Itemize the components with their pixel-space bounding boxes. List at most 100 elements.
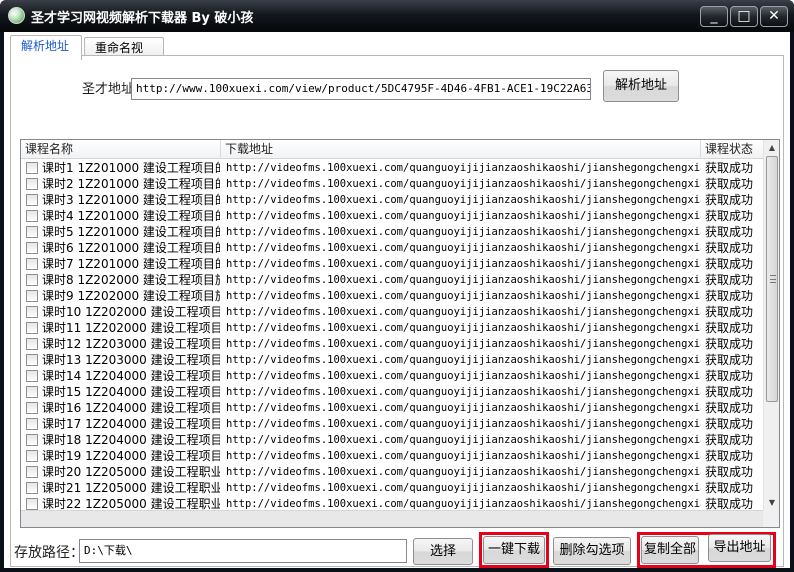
row-checkbox[interactable]: [26, 450, 38, 462]
row-checkbox[interactable]: [26, 498, 38, 510]
row-checkbox[interactable]: [26, 274, 38, 286]
horizontal-scrollbar[interactable]: [21, 510, 764, 527]
table-row[interactable]: 课时9 1Z202000 建设工程项目施工成本控制 http://videofms…: [21, 288, 764, 304]
row-status: 获取成功: [705, 433, 754, 447]
row-checkbox[interactable]: [26, 370, 38, 382]
row-download-url: http://videofms.100xuexi.com/quanguoyiji…: [226, 194, 701, 206]
table-row[interactable]: 课时2 1Z201000 建设工程项目的组织与管理 http://videofms…: [21, 176, 764, 192]
tab-parse-address[interactable]: 解析地址: [10, 35, 82, 60]
row-checkbox[interactable]: [26, 338, 38, 350]
scroll-thumb[interactable]: [766, 156, 778, 402]
row-course-name: 课时8 1Z202000 建设工程项目施工成本控制: [42, 273, 220, 287]
row-status: 获取成功: [705, 273, 754, 287]
row-download-url: http://videofms.100xuexi.com/quanguoyiji…: [226, 354, 701, 366]
row-checkbox[interactable]: [26, 306, 38, 318]
table-row[interactable]: 课时21 1Z205000 建设工程职业健康安全 http://videofms.…: [21, 480, 764, 496]
row-checkbox[interactable]: [26, 178, 38, 190]
row-download-url: http://videofms.100xuexi.com/quanguoyiji…: [226, 450, 701, 462]
row-checkbox[interactable]: [26, 466, 38, 478]
row-course-name: 课时14 1Z204000 建设工程项目质量控制: [42, 369, 220, 383]
table-row[interactable]: 课时5 1Z201000 建设工程项目的组织与管理 http://videofms…: [21, 224, 764, 240]
row-checkbox[interactable]: [26, 210, 38, 222]
save-path-input[interactable]: D:\下载\: [79, 539, 407, 563]
table-row[interactable]: 课时17 1Z204000 建设工程项目质量控制 http://videofms.…: [21, 416, 764, 432]
row-status: 获取成功: [705, 337, 754, 351]
row-checkbox[interactable]: [26, 194, 38, 206]
one-click-download-button[interactable]: 一键下载: [483, 536, 545, 564]
row-checkbox[interactable]: [26, 418, 38, 430]
row-checkbox[interactable]: [26, 386, 38, 398]
window-title: 圣才学习网视频解析下载器 By 破小孩: [31, 11, 254, 26]
row-status: 获取成功: [705, 321, 754, 335]
row-checkbox[interactable]: [26, 258, 38, 270]
table-row[interactable]: 课时14 1Z204000 建设工程项目质量控制 http://videofms.…: [21, 368, 764, 384]
source-url-label: 圣才地址: [82, 82, 135, 97]
row-course-name: 课时20 1Z205000 建设工程职业健康安全: [42, 465, 220, 479]
row-status: 获取成功: [705, 401, 754, 415]
table-row[interactable]: 课时3 1Z201000 建设工程项目的组织与管理 http://videofms…: [21, 192, 764, 208]
row-course-name: 课时10 1Z202000 建设工程项目施工成本控制: [42, 305, 220, 319]
close-button[interactable]: ✕: [760, 6, 788, 27]
table-row[interactable]: 课时11 1Z202000 建设工程项目施工成本控制 http://videofm…: [21, 320, 764, 336]
client-area: 解析地址 重命名视频 圣才地址 http://www.100xuexi.com/…: [4, 32, 790, 568]
row-course-name: 课时15 1Z204000 建设工程项目质量控制: [42, 385, 220, 399]
remove-checked-button[interactable]: 删除勾选项: [553, 537, 631, 565]
row-download-url: http://videofms.100xuexi.com/quanguoyiji…: [226, 482, 701, 494]
table-row[interactable]: 课时12 1Z203000 建设工程项目进度控制 http://videofms.…: [21, 336, 764, 352]
column-header-name[interactable]: 课程名称: [21, 140, 221, 159]
row-status: 获取成功: [705, 257, 754, 271]
row-checkbox[interactable]: [26, 482, 38, 494]
parse-button[interactable]: 解析地址: [603, 70, 679, 102]
minimize-button[interactable]: _: [700, 6, 728, 27]
table-row[interactable]: 课时4 1Z201000 建设工程项目的组织与管理 http://videofms…: [21, 208, 764, 224]
row-checkbox[interactable]: [26, 162, 38, 174]
table-row[interactable]: 课时1 1Z201000 建设工程项目的组织与管理 http://videofms…: [21, 160, 764, 176]
row-download-url: http://videofms.100xuexi.com/quanguoyiji…: [226, 386, 701, 398]
row-status: 获取成功: [705, 177, 754, 191]
row-course-name: 课时7 1Z201000 建设工程项目的组织与管理: [42, 257, 220, 271]
row-status: 获取成功: [705, 481, 754, 495]
table-row[interactable]: 课时16 1Z204000 建设工程项目质量控制 http://videofms.…: [21, 400, 764, 416]
row-checkbox[interactable]: [26, 322, 38, 334]
export-address-button[interactable]: 导出地址: [708, 534, 771, 562]
chevron-up-icon[interactable]: ▲: [764, 140, 779, 156]
vertical-scrollbar[interactable]: ▲ ▼: [763, 140, 779, 511]
title-bar[interactable]: 圣才学习网视频解析下载器 By 破小孩 _ □ ✕: [0, 0, 794, 32]
row-course-name: 课时16 1Z204000 建设工程项目质量控制: [42, 401, 220, 415]
source-url-input[interactable]: http://www.100xuexi.com/view/product/5DC…: [131, 78, 591, 100]
row-checkbox[interactable]: [26, 242, 38, 254]
tab-panel: 圣才地址 http://www.100xuexi.com/view/produc…: [10, 55, 784, 568]
row-course-name: 课时19 1Z204000 建设工程项目质量控制: [42, 449, 220, 463]
column-header-status[interactable]: 课程状态: [701, 140, 764, 159]
choose-path-button[interactable]: 选择: [413, 538, 473, 565]
row-download-url: http://videofms.100xuexi.com/quanguoyiji…: [226, 466, 701, 478]
column-header-url[interactable]: 下载地址: [221, 140, 701, 159]
row-checkbox[interactable]: [26, 402, 38, 414]
row-download-url: http://videofms.100xuexi.com/quanguoyiji…: [226, 274, 701, 286]
row-checkbox[interactable]: [26, 226, 38, 238]
table-row[interactable]: 课时13 1Z203000 建设工程项目进度控制 http://videofms.…: [21, 352, 764, 368]
row-checkbox[interactable]: [26, 434, 38, 446]
row-course-name: 课时18 1Z204000 建设工程项目质量控制: [42, 433, 220, 447]
grip-icon: [770, 275, 776, 283]
copy-all-button[interactable]: 复制全部: [641, 536, 699, 564]
row-course-name: 课时4 1Z201000 建设工程项目的组织与管理: [42, 209, 220, 223]
row-download-url: http://videofms.100xuexi.com/quanguoyiji…: [226, 370, 701, 382]
table-row[interactable]: 课时10 1Z202000 建设工程项目施工成本控制 http://videofm…: [21, 304, 764, 320]
scrollbar-corner: [763, 510, 779, 527]
row-checkbox[interactable]: [26, 290, 38, 302]
row-course-name: 课时21 1Z205000 建设工程职业健康安全: [42, 481, 220, 495]
chevron-down-icon[interactable]: ▼: [764, 495, 779, 511]
row-course-name: 课时11 1Z202000 建设工程项目施工成本控制: [42, 321, 220, 335]
table-row[interactable]: 课时18 1Z204000 建设工程项目质量控制 http://videofms.…: [21, 432, 764, 448]
table-row[interactable]: 课时6 1Z201000 建设工程项目的组织与管理 http://videofms…: [21, 240, 764, 256]
row-download-url: http://videofms.100xuexi.com/quanguoyiji…: [226, 226, 701, 238]
row-checkbox[interactable]: [26, 354, 38, 366]
maximize-button[interactable]: □: [730, 6, 758, 27]
row-download-url: http://videofms.100xuexi.com/quanguoyiji…: [226, 322, 701, 334]
table-row[interactable]: 课时15 1Z204000 建设工程项目质量控制 http://videofms.…: [21, 384, 764, 400]
table-row[interactable]: 课时7 1Z201000 建设工程项目的组织与管理 http://videofms…: [21, 256, 764, 272]
table-row[interactable]: 课时8 1Z202000 建设工程项目施工成本控制 http://videofms…: [21, 272, 764, 288]
table-row[interactable]: 课时20 1Z205000 建设工程职业健康安全 http://videofms.…: [21, 464, 764, 480]
table-row[interactable]: 课时19 1Z204000 建设工程项目质量控制 http://videofms.…: [21, 448, 764, 464]
